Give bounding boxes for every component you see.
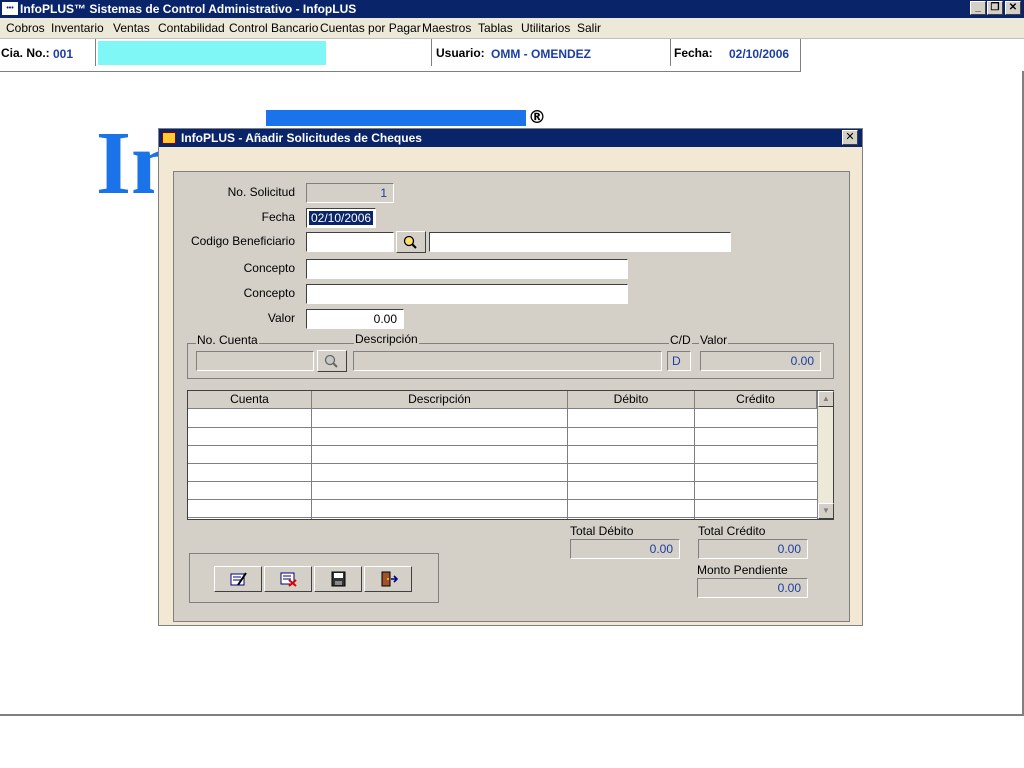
menu-cobros[interactable]: Cobros — [6, 21, 45, 35]
usuario-value: OMM - OMENDEZ — [491, 47, 591, 61]
search-icon — [403, 235, 417, 249]
cia-label: Cia. No.: — [1, 46, 50, 60]
descripcion-label: Descripción — [354, 332, 419, 346]
total-debito-value: 0.00 — [649, 542, 673, 556]
accounts-grid[interactable]: Cuenta Descripción Débito Crédito ▲ ▼ — [187, 390, 834, 520]
no-solicitud-value: 1 — [380, 186, 387, 200]
group-valor-field[interactable]: 0.00 — [700, 351, 821, 371]
edit-button[interactable] — [214, 566, 262, 592]
save-button[interactable] — [314, 566, 362, 592]
menu-tablas[interactable]: Tablas — [478, 21, 513, 35]
concepto-label: Concepto — [243, 261, 295, 275]
dialog-title-bar: InfoPLUS - Añadir Solicitudes de Cheques… — [159, 129, 862, 147]
total-credito-field: 0.00 — [698, 539, 808, 559]
menu-inventario[interactable]: Inventario — [51, 21, 104, 35]
valor-value: 0.00 — [373, 312, 397, 326]
search-beneficiario-button[interactable] — [396, 231, 426, 253]
scroll-down-arrow-icon[interactable]: ▼ — [818, 503, 834, 519]
beneficiario-nombre-field[interactable] — [429, 232, 731, 252]
column-header-credito[interactable]: Crédito — [695, 391, 817, 409]
search-cuenta-button[interactable] — [317, 350, 347, 372]
table-row — [188, 463, 817, 464]
group-valor-label: Valor — [699, 333, 729, 347]
descripcion-field[interactable] — [353, 351, 662, 371]
minimize-icon[interactable]: _ — [970, 1, 986, 15]
delete-form-icon — [280, 572, 297, 587]
column-header-descripcion[interactable]: Descripción — [312, 391, 568, 409]
dialog-close-icon[interactable]: ✕ — [842, 130, 858, 145]
monto-pendiente-field: 0.00 — [697, 578, 808, 598]
dialog-title: InfoPLUS - Añadir Solicitudes de Cheques — [181, 131, 422, 145]
menu-ventas[interactable]: Ventas — [113, 21, 150, 35]
codigo-beneficiario-input[interactable] — [306, 232, 394, 252]
infoplus-app-icon: ••• — [2, 2, 18, 15]
table-row — [188, 427, 817, 428]
menu-cuentas-por-pagar[interactable]: Cuentas por Pagar — [320, 21, 421, 35]
menu-utilitarios[interactable]: Utilitarios — [521, 21, 570, 35]
column-header-cuenta[interactable]: Cuenta — [188, 391, 312, 409]
scroll-up-arrow-icon[interactable]: ▲ — [818, 391, 834, 407]
usuario-label: Usuario: — [436, 46, 485, 60]
divider — [431, 39, 432, 66]
app-title-bar: ••• InfoPLUS™ Sistemas de Control Admini… — [0, 0, 1024, 18]
action-toolbar — [189, 553, 439, 603]
menu-salir[interactable]: Salir — [577, 21, 601, 35]
app-title: InfoPLUS™ Sistemas de Control Administra… — [20, 2, 357, 16]
menu-control-bancario[interactable]: Control Bancario — [229, 21, 318, 35]
divider — [95, 39, 96, 66]
exit-door-icon — [381, 571, 398, 587]
total-debito-field: 0.00 — [570, 539, 680, 559]
search-icon — [324, 354, 338, 368]
table-row — [188, 499, 817, 500]
logo-bar — [266, 110, 526, 126]
no-cuenta-label: No. Cuenta — [196, 333, 259, 347]
total-credito-label: Total Crédito — [697, 524, 767, 538]
registered-mark: ® — [528, 107, 546, 128]
dialog-app-icon — [162, 132, 176, 144]
delete-button[interactable] — [264, 566, 312, 592]
add-check-request-dialog: InfoPLUS - Añadir Solicitudes de Cheques… — [158, 128, 863, 626]
fecha-value: 02/10/2006 — [309, 211, 374, 225]
fecha-input[interactable]: 02/10/2006 — [306, 208, 376, 228]
group-valor-value: 0.00 — [790, 354, 814, 368]
monto-pendiente-value: 0.00 — [777, 581, 801, 595]
table-row — [188, 445, 817, 446]
concepto-label: Concepto — [243, 286, 295, 300]
exit-button[interactable] — [364, 566, 412, 592]
monto-pendiente-label: Monto Pendiente — [696, 563, 789, 577]
codigo-beneficiario-label: Codigo Beneficiario — [190, 234, 295, 248]
valor-input[interactable]: 0.00 — [306, 309, 404, 329]
no-cuenta-field[interactable] — [196, 351, 314, 371]
valor-label: Valor — [267, 311, 295, 325]
dialog-frame: No. Solicitud 1 Fecha 02/10/2006 Codigo … — [159, 147, 862, 625]
close-icon[interactable]: ✕ — [1005, 1, 1021, 15]
fecha-label: Fecha — [261, 210, 295, 224]
menu-bar: Cobros Inventario Ventas Contabilidad Co… — [0, 18, 1024, 39]
restore-icon[interactable]: ❐ — [987, 1, 1003, 15]
no-solicitud-label: No. Solicitud — [227, 185, 295, 199]
cd-value: D — [672, 354, 681, 368]
dialog-form: No. Solicitud 1 Fecha 02/10/2006 Codigo … — [173, 171, 850, 622]
column-header-debito[interactable]: Débito — [568, 391, 695, 409]
save-disk-icon — [331, 571, 346, 587]
cia-value: 001 — [53, 47, 74, 61]
company-name-box — [98, 41, 326, 65]
concepto-input-1[interactable] — [306, 259, 628, 279]
concepto-input-2[interactable] — [306, 284, 628, 304]
table-row — [188, 517, 817, 518]
total-debito-label: Total Débito — [569, 524, 635, 538]
grid-scrollbar[interactable]: ▲ ▼ — [817, 391, 834, 519]
edit-form-icon — [230, 572, 247, 586]
fecha-value: 02/10/2006 — [729, 47, 790, 61]
fecha-label: Fecha: — [674, 46, 713, 60]
divider — [670, 39, 671, 66]
total-credito-value: 0.00 — [777, 542, 801, 556]
cd-field[interactable]: D — [667, 351, 691, 371]
table-row — [188, 481, 817, 482]
no-solicitud-field: 1 — [306, 183, 394, 203]
menu-contabilidad[interactable]: Contabilidad — [158, 21, 225, 35]
menu-maestros[interactable]: Maestros — [422, 21, 471, 35]
cd-label: C/D — [669, 333, 692, 347]
